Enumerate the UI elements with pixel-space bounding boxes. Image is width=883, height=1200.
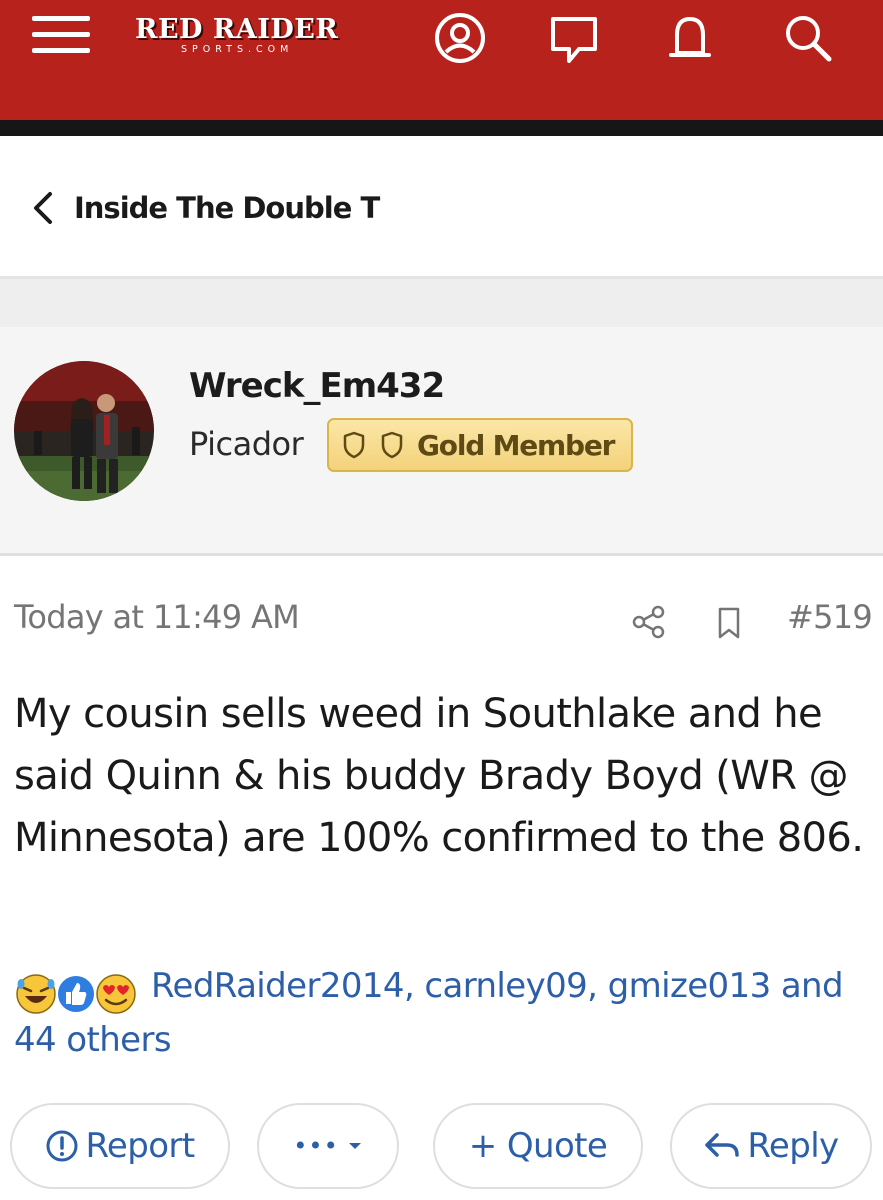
avatar[interactable] [14,361,154,501]
header-divider [0,120,883,136]
member-badge: Gold Member [327,418,633,472]
logo-text: RED RAIDER [135,14,339,45]
quote-button[interactable]: + Quote [433,1103,643,1189]
love-emoji-icon [96,974,136,1014]
reply-label: Reply [747,1126,839,1166]
spacer-band [0,279,883,327]
post-number[interactable]: #519 [787,598,873,636]
account-icon[interactable] [430,10,490,66]
post-timestamp[interactable]: Today at 11:49 AM [14,598,300,636]
laughing-emoji-icon [16,974,56,1014]
badge-label: Gold Member [417,428,615,462]
reactions-others[interactable]: 44 others [14,1020,172,1060]
shield-icon [381,431,403,459]
menu-icon[interactable] [28,12,94,60]
report-label: Report [85,1126,195,1166]
more-label: ••• [293,1132,339,1160]
bookmark-icon[interactable] [715,606,743,640]
search-icon[interactable] [778,10,838,66]
site-header: RED RAIDER SPORTS.COM [0,0,883,120]
divider [0,553,883,556]
like-icon [56,974,96,1014]
breadcrumb[interactable]: Inside The Double T [28,183,380,233]
messages-icon[interactable] [544,10,604,66]
user-title: Picador [189,425,304,463]
reply-icon [705,1133,740,1157]
quote-label: + Quote [468,1126,608,1166]
reactions-list[interactable]: RedRaider2014, carnley09, gmize013 and [151,966,844,1006]
chevron-down-icon [348,1143,361,1149]
post-author[interactable]: Wreck_Em432 [189,366,445,406]
chevron-left-icon [34,192,52,224]
report-icon [46,1130,78,1162]
more-options-button[interactable]: ••• [257,1103,399,1189]
reply-button[interactable]: Reply [670,1103,872,1189]
share-icon[interactable] [631,604,667,640]
report-button[interactable]: Report [10,1103,230,1189]
breadcrumb-label: Inside The Double T [74,191,380,225]
shield-icon [343,431,365,459]
site-logo[interactable]: RED RAIDER SPORTS.COM [135,14,360,58]
logo-subtext: SPORTS.COM [181,44,294,55]
alerts-icon[interactable] [660,10,720,66]
post-body: My cousin sells weed in Southlake and he… [14,691,864,861]
reactions-icons[interactable] [14,970,154,1020]
